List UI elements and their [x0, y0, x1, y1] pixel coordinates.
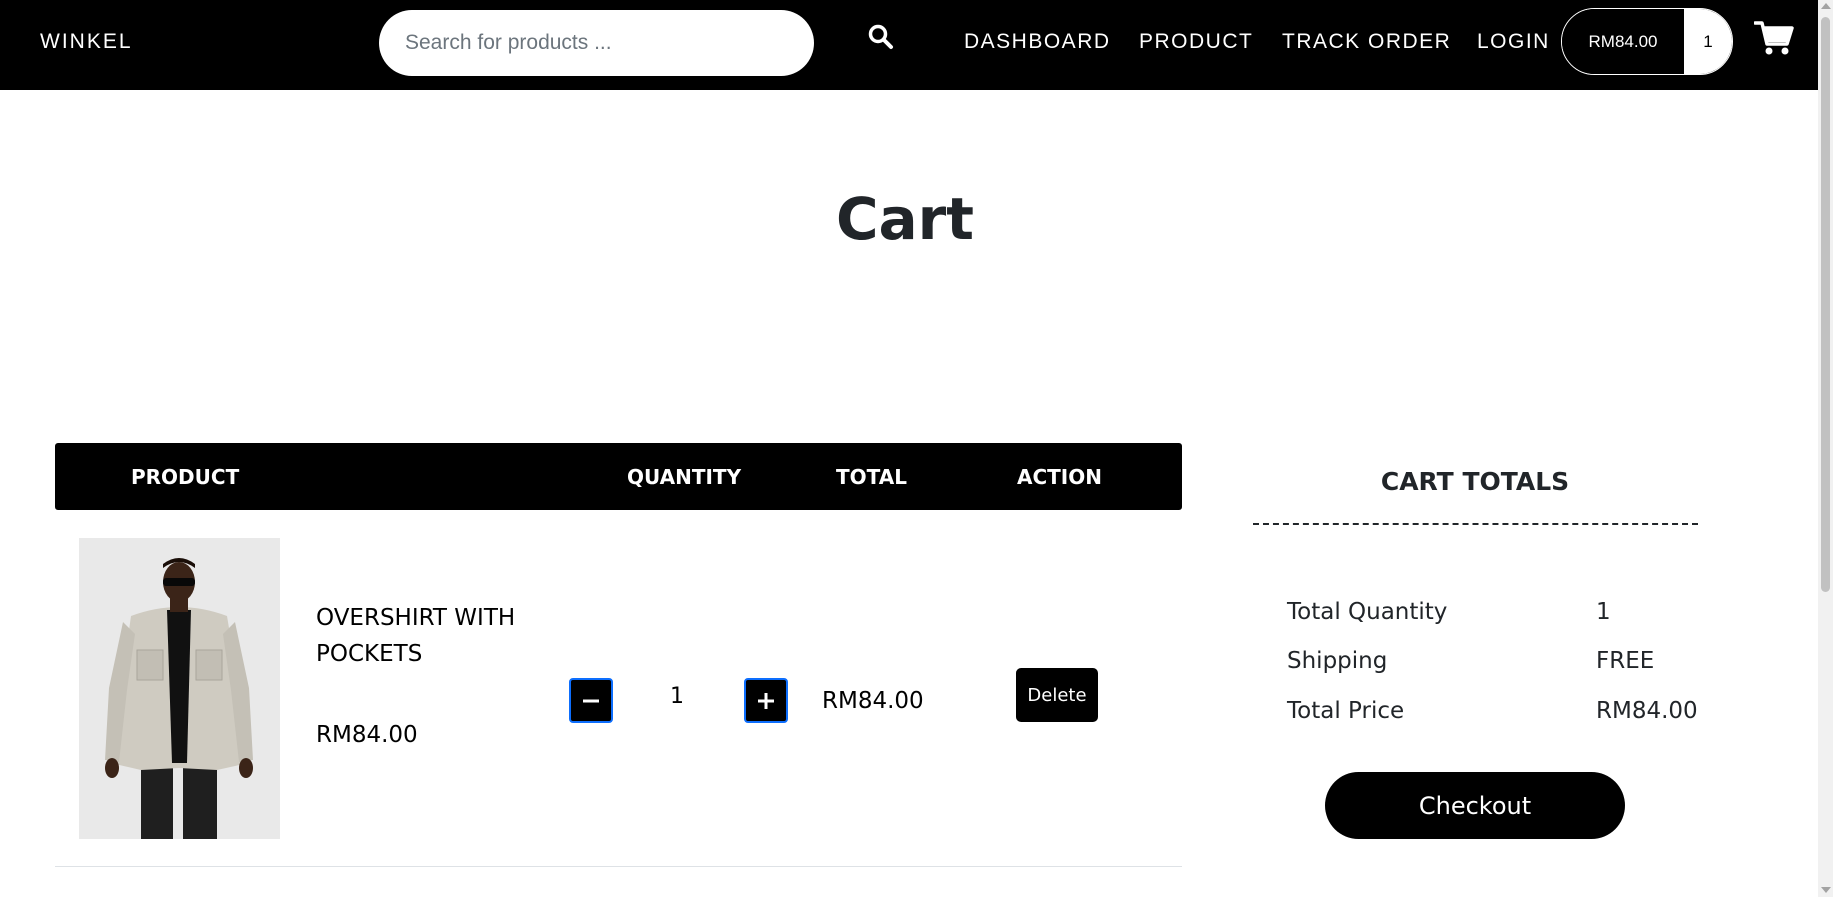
page-title: Cart [835, 185, 975, 253]
cart-summary-button[interactable]: RM84.00 1 [1561, 8, 1733, 75]
total-quantity-label: Total Quantity [1287, 599, 1448, 625]
shipping-value: FREE [1596, 648, 1655, 674]
total-price-label: Total Price [1287, 698, 1405, 724]
scrollbar-thumb[interactable] [1821, 17, 1830, 592]
cart-amount: RM84.00 [1562, 9, 1684, 74]
scroll-up-arrow-icon[interactable] [1821, 3, 1831, 9]
cart-table-header: PRODUCT QUANTITY TOTAL ACTION [55, 443, 1182, 510]
decrease-quantity-button[interactable] [569, 678, 613, 723]
total-price-value: RM84.00 [1596, 698, 1698, 724]
row-divider [55, 866, 1182, 867]
search-input[interactable] [379, 10, 814, 76]
product-image[interactable] [79, 538, 280, 839]
cart-totals-title: CART TOTALS [1380, 467, 1570, 496]
column-header-quantity: QUANTITY [627, 465, 742, 489]
brand-logo[interactable]: WINKEL [40, 30, 133, 54]
shopping-cart-icon[interactable] [1753, 20, 1794, 56]
increase-quantity-button[interactable] [744, 678, 788, 723]
page-scrollbar[interactable] [1818, 0, 1833, 897]
nav-login[interactable]: LOGIN [1477, 30, 1550, 54]
line-total: RM84.00 [822, 688, 924, 714]
top-navbar: WINKEL DASHBOARD PRODUCT TRACK ORDER LOG… [0, 0, 1818, 90]
search-box [379, 10, 814, 76]
total-quantity-value: 1 [1596, 599, 1611, 625]
checkout-button[interactable]: Checkout [1325, 772, 1625, 839]
nav-product[interactable]: PRODUCT [1139, 30, 1253, 54]
search-icon[interactable] [868, 24, 898, 54]
totals-divider [1253, 523, 1698, 525]
minus-icon [583, 699, 599, 702]
column-header-action: ACTION [1017, 465, 1102, 489]
plus-icon [758, 692, 774, 709]
column-header-product: PRODUCT [131, 465, 240, 489]
delete-button[interactable]: Delete [1016, 668, 1098, 722]
shipping-label: Shipping [1287, 648, 1388, 674]
nav-track-order[interactable]: TRACK ORDER [1282, 30, 1451, 54]
product-price: RM84.00 [316, 722, 418, 748]
quantity-value: 1 [670, 684, 684, 709]
scroll-down-arrow-icon[interactable] [1821, 887, 1831, 893]
nav-dashboard[interactable]: DASHBOARD [964, 30, 1111, 54]
product-name[interactable]: OVERSHIRT WITH POCKETS [316, 600, 536, 672]
cart-count-badge: 1 [1684, 9, 1732, 74]
column-header-total: TOTAL [836, 465, 907, 489]
